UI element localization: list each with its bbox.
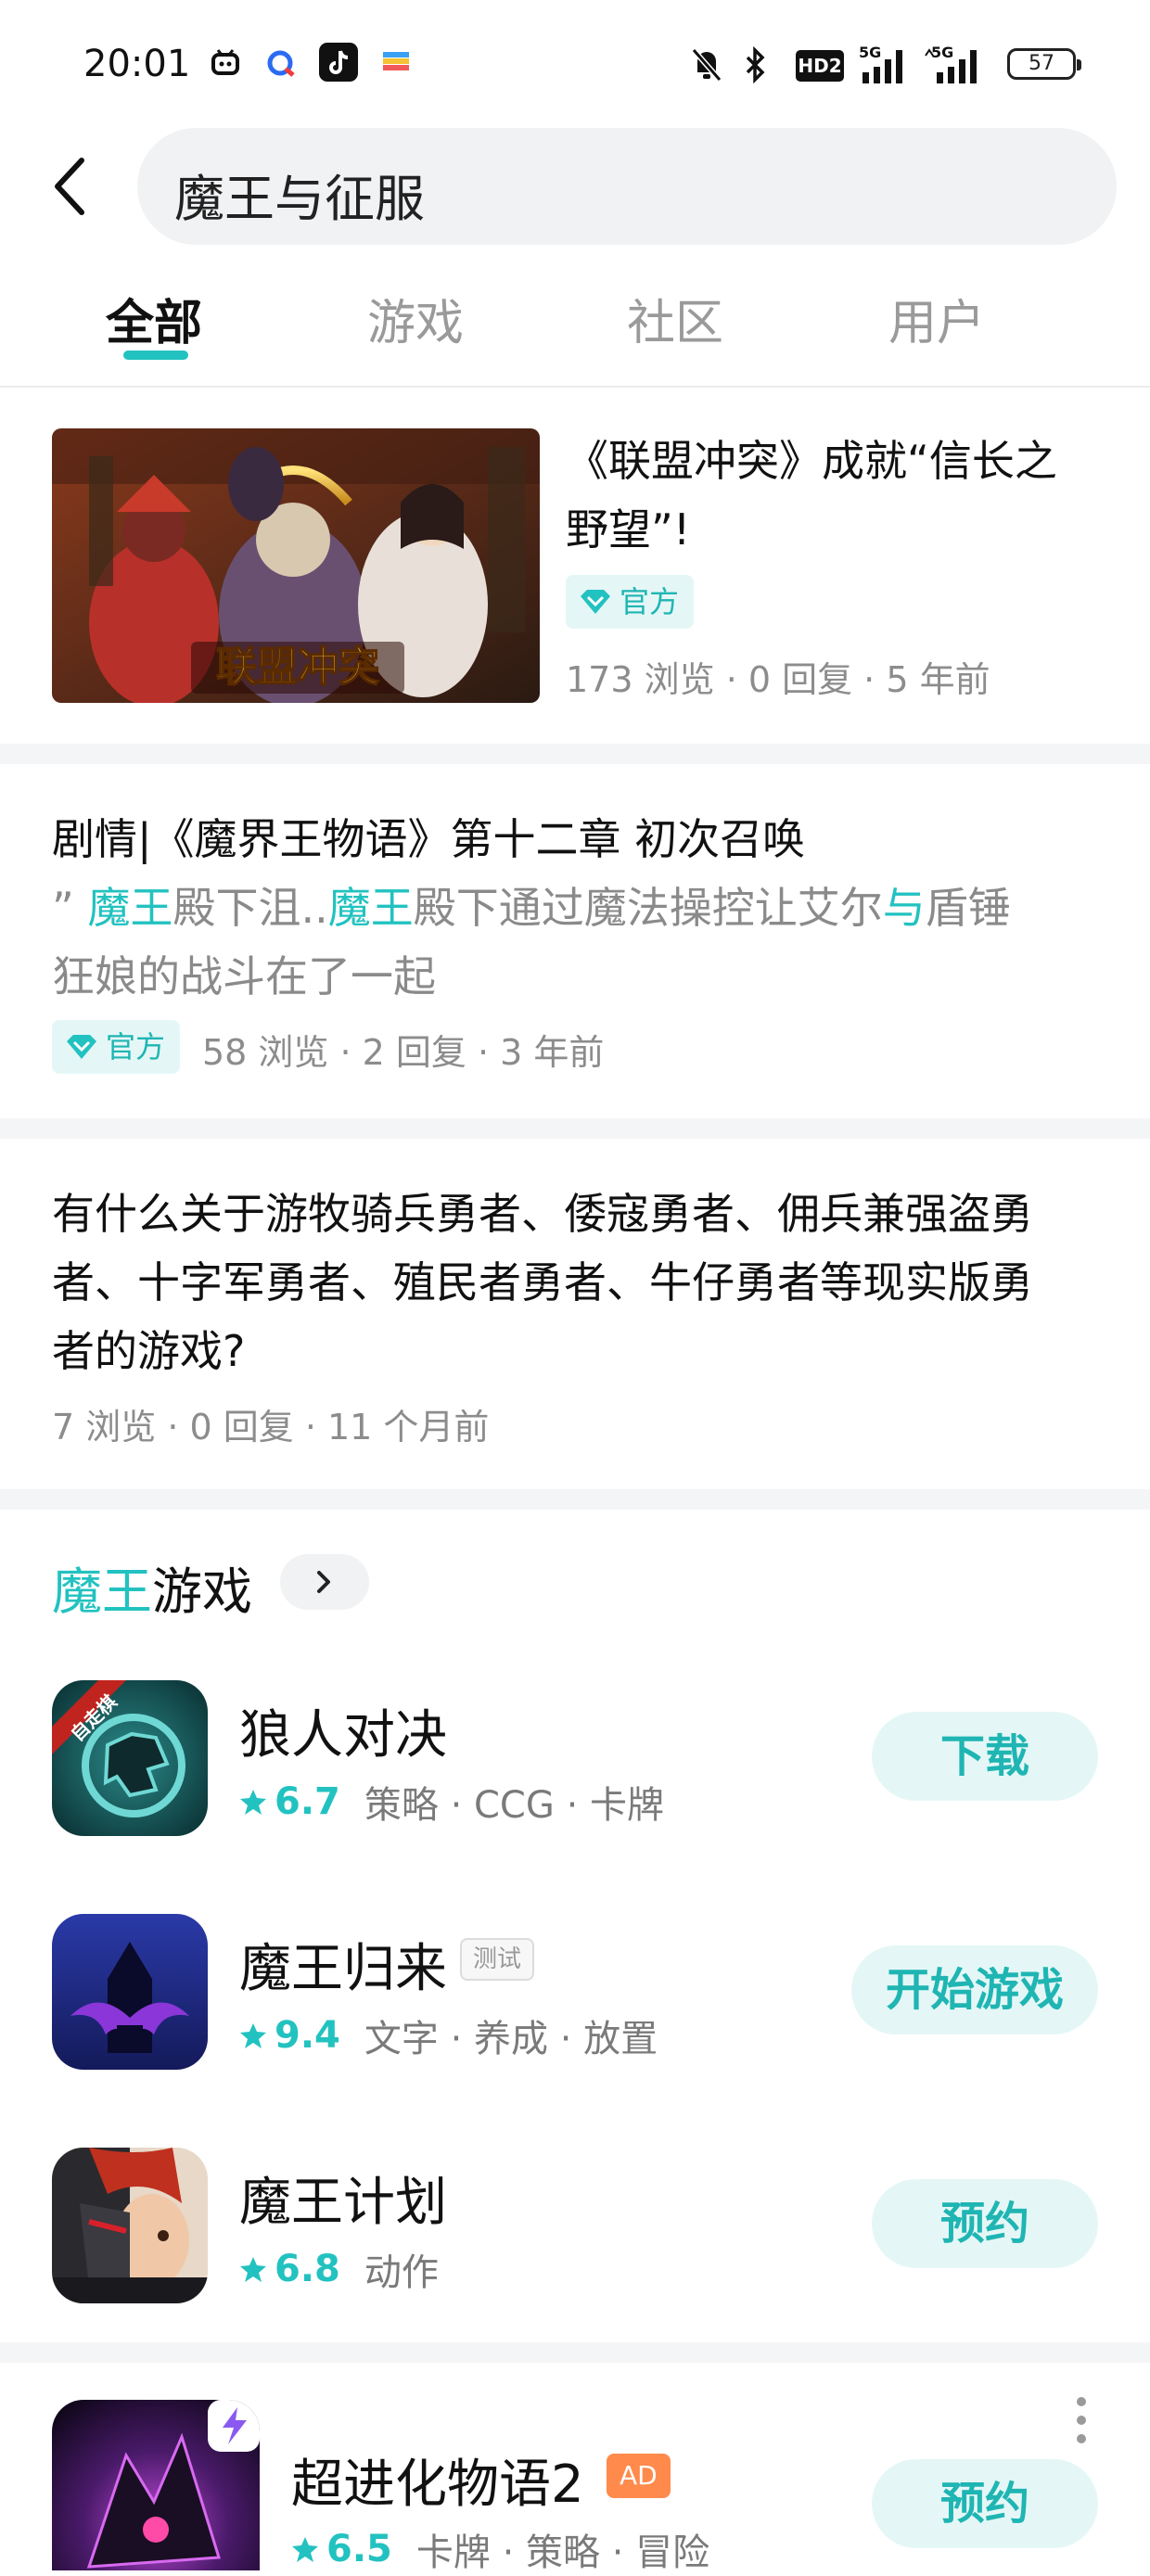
section-more-button[interactable] xyxy=(280,1554,369,1610)
star-icon xyxy=(240,1790,266,1815)
game-artwork-image: 联盟冲突 xyxy=(52,428,540,703)
mute-icon xyxy=(691,48,722,82)
post-title-line-2[interactable]: 野望”! xyxy=(566,495,1122,564)
tab-games[interactable]: 游戏 xyxy=(367,284,464,353)
svg-text:5G: 5G xyxy=(931,44,953,61)
download-button[interactable]: 下载 xyxy=(872,1712,1098,1801)
browser-app-icon xyxy=(267,50,295,77)
post-meta: 58 浏览 · 2 回复 · 3 年前 xyxy=(202,1032,605,1073)
post-thumbnail[interactable]: 联盟冲突 xyxy=(52,428,540,703)
ad-game-icon[interactable] xyxy=(52,2400,260,2570)
reserve-button[interactable]: 预约 xyxy=(872,2179,1098,2268)
post-meta: 173 浏览 · 0 回复 · 5 年前 xyxy=(566,659,990,700)
post-meta: 7 浏览 · 0 回复 · 11 个月前 xyxy=(52,1407,490,1447)
game-icon-demon-king-return[interactable] xyxy=(52,1914,208,2070)
chevron-right-icon xyxy=(317,1571,330,1593)
wallet-app-icon xyxy=(383,52,409,70)
diamond-icon xyxy=(67,1035,96,1059)
section-divider xyxy=(0,1489,1150,1510)
official-badge-label: 官方 xyxy=(620,584,680,619)
post-title-line-1[interactable]: 有什么关于游牧骑兵勇者、倭寇勇者、佣兵兼强盗勇 xyxy=(52,1180,1128,1248)
section-divider xyxy=(0,2342,1150,2363)
tiktok-app-icon xyxy=(319,43,358,82)
search-query: 魔王与征服 xyxy=(174,170,425,228)
tab-community[interactable]: 社区 xyxy=(627,284,723,353)
section-divider xyxy=(0,744,1150,764)
signal-5g-icon: 5G xyxy=(859,44,902,83)
star-icon xyxy=(240,2257,266,2282)
tab-users[interactable]: 用户 xyxy=(888,284,985,353)
ad-reserve-button[interactable]: 预约 xyxy=(872,2459,1098,2548)
game-rating-row: 6.8 动作 xyxy=(239,2242,439,2296)
svg-text:5G: 5G xyxy=(859,44,881,61)
castle-bat-app-icon xyxy=(52,1914,208,2070)
hd-icon: HD2 xyxy=(796,50,844,82)
character-portrait-app-icon xyxy=(52,2148,208,2303)
game-rating-row: 6.7 策略 · CCG · 卡牌 xyxy=(239,1775,664,1829)
game-rating-row: 9.4 文字 · 养成 · 放置 xyxy=(239,2009,658,2062)
signal-5g-2-icon: 5G xyxy=(925,44,977,83)
post-title-line-2[interactable]: 者、十字军勇者、殖民者勇者、牛仔勇者等现实版勇 xyxy=(52,1248,1128,1317)
battery-icon: 57 xyxy=(1007,48,1081,80)
star-icon xyxy=(240,2023,266,2048)
post-snippet-line-2: 狂娘的战斗在了一起 xyxy=(52,951,436,1001)
test-tag: 测试 xyxy=(460,1938,535,1981)
ad-game-name[interactable]: 超进化物语2 xyxy=(291,2442,584,2518)
official-badge-label: 官方 xyxy=(106,1029,166,1065)
section-divider xyxy=(0,1118,1150,1139)
back-icon[interactable] xyxy=(46,153,91,220)
dragon-app-icon xyxy=(52,2400,260,2570)
game-name[interactable]: 魔王计划 xyxy=(239,2161,447,2236)
section-title: 魔王游戏 xyxy=(52,1562,252,1621)
ad-game-rating-row: 6.5 卡牌 · 策略 · 冒险 xyxy=(291,2522,709,2576)
official-badge: 官方 xyxy=(52,1020,181,1074)
official-badge: 官方 xyxy=(566,575,695,629)
game-name[interactable]: 魔王归来 xyxy=(239,1927,447,2002)
tab-all[interactable]: 全部 xyxy=(106,284,202,353)
post-snippet-line-1: ” 魔王殿下沮..魔王殿下通过魔法操控让艾尔与盾锤 xyxy=(52,883,1011,933)
search-input[interactable]: 魔王与征服 xyxy=(137,128,1117,245)
game-icon-werewolf[interactable]: 自走棋 xyxy=(52,1680,208,1836)
game-icon-demon-king-plan[interactable] xyxy=(52,2148,208,2303)
werewolf-app-icon: 自走棋 xyxy=(52,1680,208,1836)
more-options-icon[interactable] xyxy=(1076,2394,1087,2446)
post-title[interactable]: 剧情|《魔界王物语》第十二章 初次召唤 xyxy=(52,805,1109,874)
svg-text:联盟冲突: 联盟冲突 xyxy=(216,644,379,691)
bluetooth-icon xyxy=(746,46,765,83)
post-title-line-3[interactable]: 者的游戏? xyxy=(52,1317,1128,1385)
game-name[interactable]: 狼人对决 xyxy=(239,1693,447,1768)
post-title-line-1[interactable]: 《联盟冲突》成就“信长之 xyxy=(566,427,1122,495)
tab-active-indicator xyxy=(123,351,188,360)
notification-app-icon xyxy=(211,49,239,75)
star-icon xyxy=(292,2537,318,2562)
start-game-button[interactable]: 开始游戏 xyxy=(851,1945,1098,2034)
diamond-icon xyxy=(581,590,610,614)
status-time: 20:01 xyxy=(83,43,191,85)
ad-tag: AD xyxy=(607,2454,671,2498)
